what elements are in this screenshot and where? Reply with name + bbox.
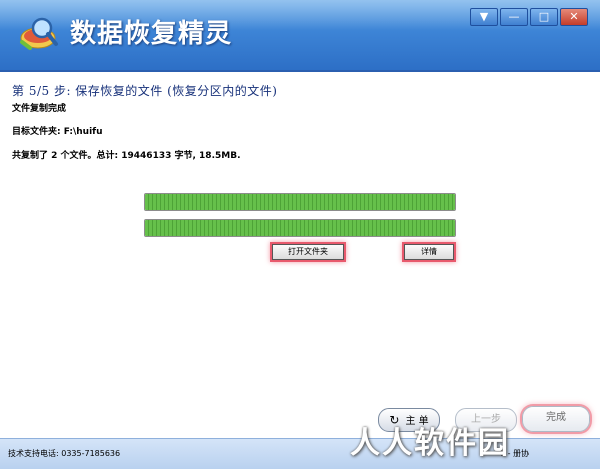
- app-title: 数据恢复精灵: [70, 19, 233, 49]
- progress-bar-1: [144, 193, 456, 211]
- target-folder-label: 目标文件夹: F:\huifu: [12, 127, 103, 137]
- status-bar: 技术支持电话: 0335-7185636 1 - 册协: [0, 438, 600, 469]
- step-subtitle: 文件复制完成: [12, 104, 67, 114]
- close-button[interactable]: ✕: [560, 8, 588, 26]
- title-bar: 数据恢复精灵 ▼ — □ ✕: [0, 0, 600, 72]
- window-controls: ▼ — □ ✕: [470, 8, 588, 26]
- watermark: 人人软件园: [350, 426, 510, 461]
- main-content: 第 5/5 步: 保存恢复的文件 (恢复分区内的文件) 文件复制完成 目标文件夹…: [0, 72, 600, 438]
- menu-button[interactable]: ▼: [470, 8, 498, 26]
- support-phone: 技术支持电话: 0335-7185636: [8, 449, 121, 458]
- finish-button[interactable]: 完成: [522, 406, 590, 432]
- progress-bar-2: [144, 219, 456, 237]
- minimize-button[interactable]: —: [500, 8, 528, 26]
- magnifier-disk-icon: [20, 17, 58, 50]
- details-button[interactable]: 详情: [404, 244, 454, 260]
- open-folder-button[interactable]: 打开文件夹: [272, 244, 344, 260]
- copy-summary: 共复制了 2 个文件。总计: 19446133 字节, 18.5MB.: [12, 151, 241, 161]
- progress-fill-1: [145, 194, 455, 210]
- step-title: 第 5/5 步: 保存恢复的文件 (恢复分区内的文件): [12, 84, 278, 98]
- progress-fill-2: [145, 220, 455, 236]
- app-window: 数据恢复精灵 ▼ — □ ✕ 第 5/5 步: 保存恢复的文件 (恢复分区内的文…: [0, 0, 600, 469]
- maximize-button[interactable]: □: [530, 8, 558, 26]
